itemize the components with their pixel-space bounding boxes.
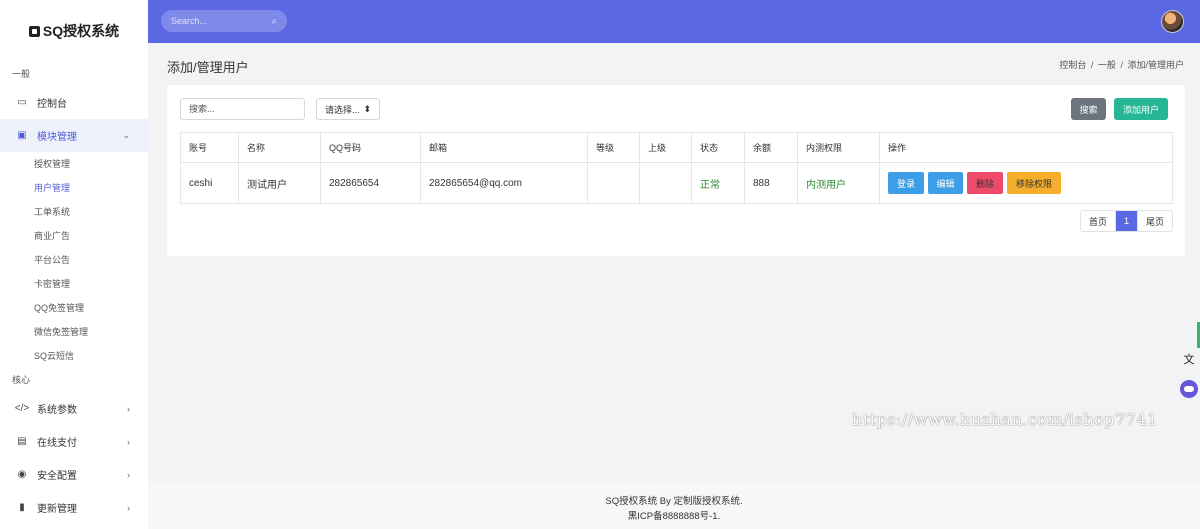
sidebar-item-modules[interactable]: ▣ 模块管理 ⌄ <box>0 119 148 152</box>
col-actions: 操作 <box>879 132 1173 163</box>
sidebar-item-label: 更新管理 <box>37 504 77 515</box>
section-label-general: 一般 <box>12 69 31 79</box>
cell-actions: 登录 编辑 删除 移除权限 <box>879 162 1173 204</box>
sidebar-item-label: 模块管理 <box>37 132 77 143</box>
pager-current[interactable]: 1 <box>1115 211 1138 231</box>
table-row: ceshi 测试用户 282865654 282865654@qq.com 正常… <box>180 162 1173 204</box>
edit-button[interactable]: 编辑 <box>928 172 963 194</box>
col-balance: 余额 <box>744 132 798 163</box>
sidebar-subitem-qq-pay[interactable]: QQ免签管理 <box>0 296 148 320</box>
chevron-right-icon: › <box>127 502 130 513</box>
cell-beta: 内测用户 <box>797 162 880 204</box>
footer-copyright: SQ授权系统 By 定制版授权系统. <box>605 496 743 507</box>
topbar-search[interactable]: ⌕ <box>161 10 287 32</box>
section-label-core: 核心 <box>12 375 31 385</box>
topbar: ⌕ <box>148 0 1200 43</box>
filter-select-value: 请选择... <box>325 104 360 115</box>
watermark: https://www.huzhan.com/ishop7741 <box>852 410 1158 429</box>
table-header-row: 账号 名称 QQ号码 邮箱 等级 上级 状态 余额 内测权限 操作 <box>180 132 1173 163</box>
sidebar-subitem-cards[interactable]: 卡密管理 <box>0 272 148 296</box>
filter-select[interactable]: 请选择... ⬍ <box>316 98 380 120</box>
brand-name: SQ授权系统 <box>42 23 120 39</box>
search-icon[interactable]: ⌕ <box>271 16 277 27</box>
sidebar-subitem-notices[interactable]: 平台公告 <box>0 248 148 272</box>
sidebar-subitem-tickets[interactable]: 工单系统 <box>0 200 148 224</box>
pager-first[interactable]: 首页 <box>1081 211 1116 231</box>
sidebar-item-updates[interactable]: ▮ 更新管理 › <box>0 491 148 524</box>
col-name: 名称 <box>238 132 321 163</box>
topbar-search-input[interactable] <box>171 16 259 26</box>
pager-last[interactable]: 尾页 <box>1138 211 1172 231</box>
module-icon: ▣ <box>17 130 27 141</box>
breadcrumb-item-dashboard[interactable]: 控制台 <box>1059 60 1086 70</box>
chat-bot-icon[interactable] <box>1178 378 1200 400</box>
sidebar-subitem-ads[interactable]: 商业广告 <box>0 224 148 248</box>
sidebar-subitem-auth[interactable]: 授权管理 <box>0 152 148 176</box>
translate-icon[interactable]: 文 <box>1178 348 1200 370</box>
chevron-right-icon: › <box>127 403 130 414</box>
cell-qq: 282865654 <box>320 162 421 204</box>
breadcrumb-item-current: 添加/管理用户 <box>1127 60 1184 70</box>
cell-parent <box>639 162 692 204</box>
users-table: 账号 名称 QQ号码 邮箱 等级 上级 状态 余额 内测权限 操作 ceshi … <box>180 132 1173 204</box>
avatar[interactable] <box>1161 10 1184 33</box>
code-icon: </> <box>14 403 30 414</box>
sidebar-item-security[interactable]: ◉ 安全配置 › <box>0 458 148 491</box>
col-qq: QQ号码 <box>320 132 421 163</box>
col-beta: 内测权限 <box>797 132 880 163</box>
pagination: 首页 1 尾页 <box>1079 210 1173 232</box>
sidebar-item-system-params[interactable]: </> 系统参数 › <box>0 392 148 425</box>
sidebar-subitem-wechat-pay[interactable]: 微信免签管理 <box>0 320 148 344</box>
chevron-right-icon: › <box>127 436 130 447</box>
sidebar: SQ授权系统 一般 ▭ 控制台 ▣ 模块管理 ⌄ 授权管理 用户管理 工单系统 … <box>0 0 148 529</box>
sidebar-item-label: 安全配置 <box>37 471 77 482</box>
remove-permission-button[interactable]: 移除权限 <box>1007 172 1061 194</box>
page-title: 添加/管理用户 <box>167 60 249 75</box>
fingerprint-icon: ◉ <box>17 469 27 480</box>
chevron-right-icon: › <box>127 469 130 480</box>
cell-account: ceshi <box>180 162 239 204</box>
chevron-down-icon: ⌄ <box>122 130 130 140</box>
user-management-card: 请选择... ⬍ 搜索 添加用户 账号 名称 QQ号码 邮箱 等级 上级 状态 … <box>167 85 1185 256</box>
sidebar-item-label: 控制台 <box>37 99 67 110</box>
footer: SQ授权系统 By 定制版授权系统. 黑ICP备8888888号-1. <box>148 482 1200 529</box>
brand-logo[interactable]: SQ授权系统 <box>0 0 148 62</box>
sidebar-item-label: 在线支付 <box>37 438 77 449</box>
sidebar-item-dashboard[interactable]: ▭ 控制台 <box>0 86 148 119</box>
col-level: 等级 <box>587 132 640 163</box>
file-icon: ▮ <box>19 502 25 513</box>
add-user-button[interactable]: 添加用户 <box>1114 98 1168 120</box>
breadcrumb-separator: / <box>1090 60 1094 70</box>
sidebar-subitem-sms[interactable]: SQ云短信 <box>0 344 148 368</box>
sidebar-item-label: 系统参数 <box>37 405 77 416</box>
payment-icon: ▤ <box>17 436 27 447</box>
col-account: 账号 <box>180 132 239 163</box>
col-email: 邮箱 <box>420 132 588 163</box>
breadcrumb-item-general[interactable]: 一般 <box>1098 60 1116 70</box>
delete-button[interactable]: 删除 <box>967 172 1003 194</box>
cell-name: 测试用户 <box>238 162 321 204</box>
sort-caret-icon: ⬍ <box>363 103 371 114</box>
sidebar-item-payment[interactable]: ▤ 在线支付 › <box>0 425 148 458</box>
monitor-icon: ▭ <box>17 97 27 108</box>
cell-email: 282865654@qq.com <box>420 162 588 204</box>
breadcrumb: 控制台 / 一般 / 添加/管理用户 <box>1058 58 1185 71</box>
search-button[interactable]: 搜索 <box>1071 98 1106 120</box>
breadcrumb-separator: / <box>1120 60 1123 70</box>
sidebar-subitem-users[interactable]: 用户管理 <box>0 176 148 200</box>
login-button[interactable]: 登录 <box>888 172 924 194</box>
cell-status: 正常 <box>691 162 745 204</box>
col-status: 状态 <box>691 132 745 163</box>
user-search-input[interactable] <box>180 98 305 120</box>
cell-level <box>587 162 640 204</box>
cell-balance: 888 <box>744 162 798 204</box>
footer-icp[interactable]: 黑ICP备8888888号-1. <box>148 509 1200 524</box>
box-icon <box>28 25 40 37</box>
col-parent: 上级 <box>639 132 692 163</box>
